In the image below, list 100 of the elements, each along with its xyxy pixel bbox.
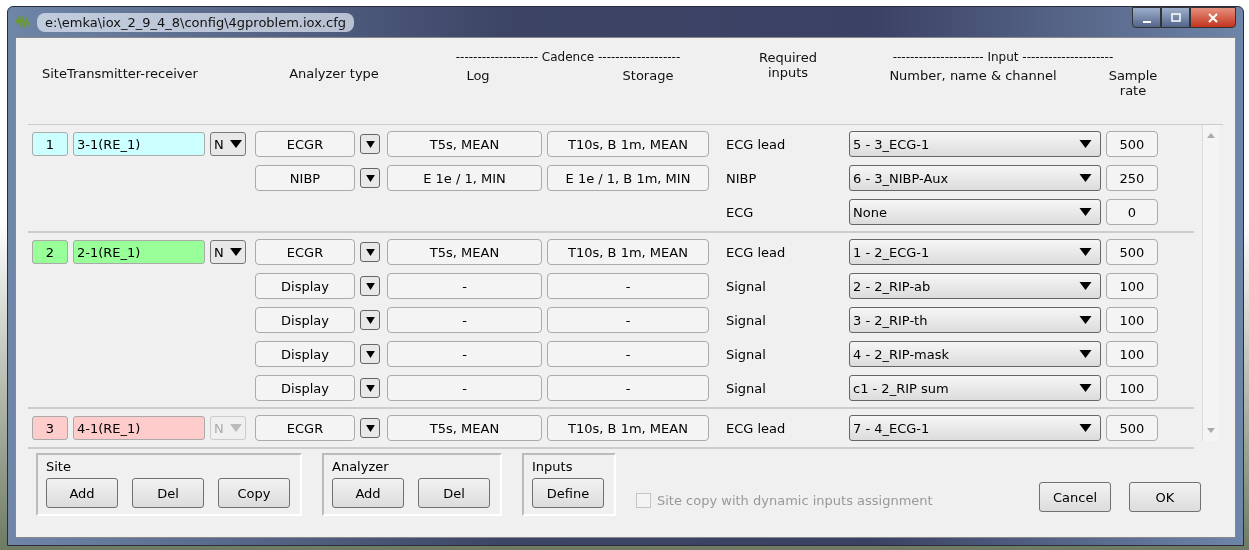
column-header: Site [42, 66, 67, 81]
required-input-label: ECG lead [726, 136, 787, 152]
caret-icon [365, 316, 375, 324]
group-header: ------------------- Cadence ------------------- [455, 50, 681, 64]
close-button[interactable] [1190, 7, 1236, 28]
sample-rate-field[interactable]: 500 [1106, 131, 1158, 157]
storage-cadence-button[interactable]: E 1e / 1, B 1m, MIN [547, 165, 709, 191]
action-button[interactable]: Copy [218, 478, 290, 508]
required-input-label: Signal [726, 380, 767, 396]
dropdown-arrow-button[interactable] [360, 134, 380, 154]
action-button[interactable]: Add [46, 478, 118, 508]
storage-cadence-button[interactable]: - [547, 307, 709, 333]
dropdown-arrow-button[interactable] [360, 168, 380, 188]
dropdown-arrow-button[interactable] [360, 276, 380, 296]
required-input-label: ECG lead [726, 244, 787, 260]
analyzer-type-button[interactable]: NIBP [255, 165, 355, 191]
column-header: Storage [621, 68, 675, 83]
group-title: Analyzer [332, 459, 390, 474]
dialog-button[interactable]: OK [1129, 482, 1201, 512]
required-input-label: ECG [726, 204, 755, 220]
column-header: Number, name & channel [888, 68, 1058, 85]
mode-dropdown[interactable]: N [210, 240, 246, 264]
action-button[interactable]: Add [332, 478, 404, 508]
storage-cadence-button[interactable]: T10s, B 1m, MEAN [547, 131, 709, 157]
group-header: --------------------- Input --------------------- [892, 50, 1114, 64]
sample-rate-field[interactable]: 100 [1106, 341, 1158, 367]
column-header: Analyzer type [288, 65, 380, 81]
required-input-label: Signal [726, 312, 767, 328]
transmitter-field[interactable]: 3-1(RE_1) [73, 132, 205, 156]
dropdown-arrow-button[interactable] [360, 344, 380, 364]
channel-dropdown[interactable]: 5 - 3_ECG-1 [849, 131, 1101, 157]
analyzer-type-button[interactable]: Display [255, 307, 355, 333]
log-cadence-button[interactable]: - [387, 273, 542, 299]
channel-dropdown[interactable]: 4 - 2_RIP-mask [849, 341, 1101, 367]
storage-cadence-button[interactable]: - [547, 375, 709, 401]
caret-icon [1079, 424, 1092, 432]
caret-icon [1079, 282, 1092, 290]
caret-icon [230, 140, 242, 148]
log-cadence-button[interactable]: - [387, 341, 542, 367]
minimize-button[interactable] [1132, 7, 1161, 28]
storage-cadence-button[interactable]: T10s, B 1m, MEAN [547, 239, 709, 265]
caret-icon [1079, 248, 1092, 256]
checkbox-label: Site copy with dynamic inputs assignment [657, 493, 933, 508]
dropdown-arrow-button[interactable] [360, 378, 380, 398]
analyzer-type-button[interactable]: ECGR [255, 131, 355, 157]
caret-icon [365, 384, 375, 392]
caret-icon [1079, 174, 1092, 182]
channel-dropdown[interactable]: None [849, 199, 1101, 225]
log-cadence-button[interactable]: - [387, 307, 542, 333]
log-cadence-button[interactable]: T5s, MEAN [387, 239, 542, 265]
site-number: 1 [32, 132, 68, 156]
caret-icon [365, 248, 375, 256]
transmitter-field[interactable]: 2-1(RE_1) [73, 240, 205, 264]
log-cadence-button[interactable]: T5s, MEAN [387, 131, 542, 157]
caret-icon [230, 424, 242, 432]
log-cadence-button[interactable]: E 1e / 1, MIN [387, 165, 542, 191]
analyzer-type-button[interactable]: Display [255, 375, 355, 401]
maximize-button[interactable] [1161, 7, 1190, 28]
analyzer-type-button[interactable]: Display [255, 341, 355, 367]
analyzer-type-button[interactable]: Display [255, 273, 355, 299]
column-header: Log [465, 68, 491, 83]
required-input-label: Signal [726, 346, 767, 362]
storage-cadence-button[interactable]: - [547, 273, 709, 299]
group-title: Inputs [532, 459, 574, 474]
required-input-label: ECG lead [726, 420, 787, 436]
channel-dropdown[interactable]: 2 - 2_RIP-ab [849, 273, 1101, 299]
sample-rate-field[interactable]: 250 [1106, 165, 1158, 191]
sample-rate-field[interactable]: 0 [1106, 199, 1158, 225]
caret-icon [1079, 350, 1092, 358]
dialog-button[interactable]: Cancel [1039, 482, 1111, 512]
sample-rate-field[interactable]: 100 [1106, 375, 1158, 401]
channel-dropdown[interactable]: 1 - 2_ECG-1 [849, 239, 1101, 265]
action-button[interactable]: Del [418, 478, 490, 508]
caret-icon [1079, 384, 1092, 392]
sample-rate-field[interactable]: 100 [1106, 307, 1158, 333]
caret-icon [1079, 208, 1092, 216]
sample-rate-field[interactable]: 100 [1106, 273, 1158, 299]
dropdown-arrow-button[interactable] [360, 418, 380, 438]
channel-dropdown[interactable]: 6 - 3_NIBP-Aux [849, 165, 1101, 191]
sample-rate-field[interactable]: 500 [1106, 239, 1158, 265]
site-number: 3 [32, 416, 68, 440]
maximize-icon [1170, 12, 1181, 23]
action-button[interactable]: Del [132, 478, 204, 508]
channel-dropdown[interactable]: c1 - 2_RIP sum [849, 375, 1101, 401]
channel-dropdown[interactable]: 3 - 2_RIP-th [849, 307, 1101, 333]
dropdown-arrow-button[interactable] [360, 242, 380, 262]
mode-dropdown[interactable]: N [210, 132, 246, 156]
analyzer-type-button[interactable]: ECGR [255, 239, 355, 265]
caret-icon [365, 350, 375, 358]
close-icon [1208, 12, 1218, 23]
log-cadence-button[interactable]: - [387, 375, 542, 401]
action-button[interactable]: Define [532, 478, 604, 508]
app-icon [15, 14, 31, 30]
caret-icon [365, 140, 375, 148]
group-title: Site [46, 459, 72, 474]
storage-cadence-button[interactable]: - [547, 341, 709, 367]
minimize-icon [1142, 20, 1151, 23]
required-input-label: NIBP [726, 170, 758, 186]
column-header: Sample rate [1108, 68, 1158, 98]
dropdown-arrow-button[interactable] [360, 310, 380, 330]
